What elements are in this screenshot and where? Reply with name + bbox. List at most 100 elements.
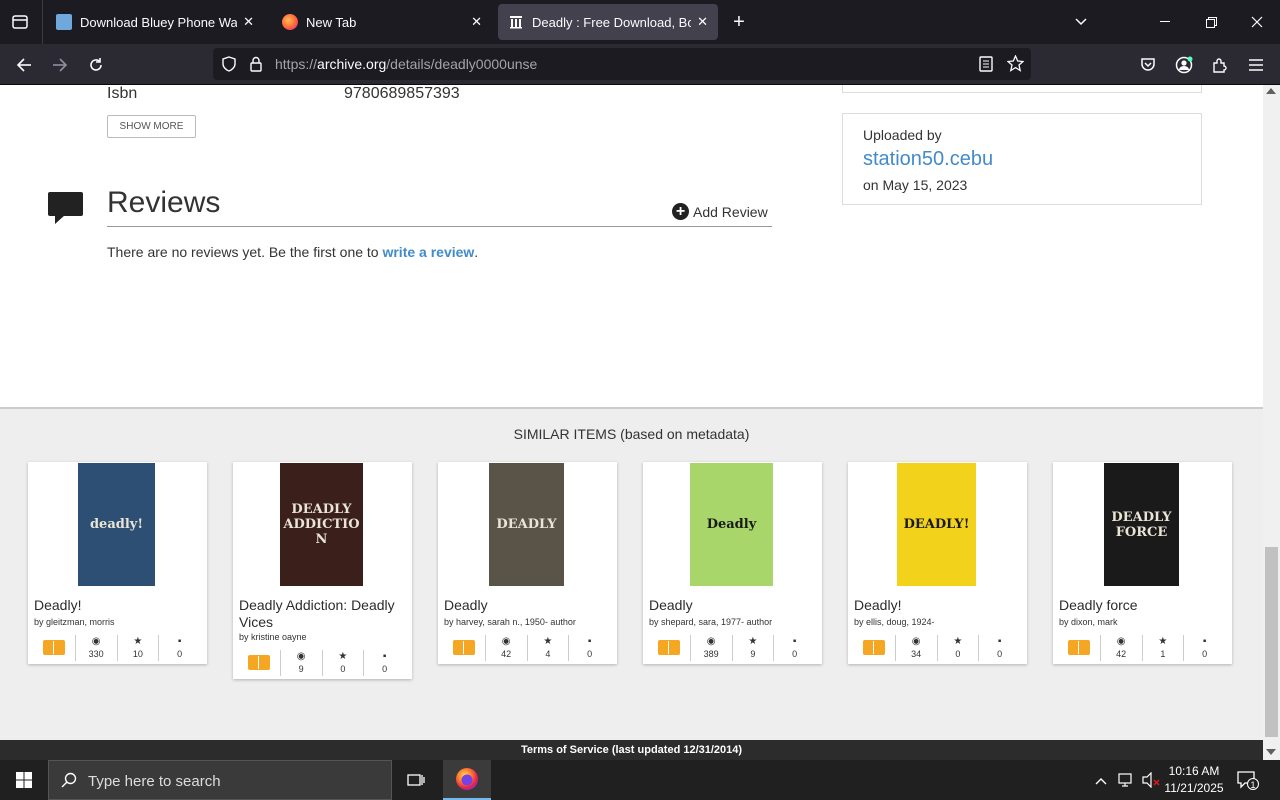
similar-item-card[interactable]: DEADLY Deadly by harvey, sarah n., 1950- a…	[438, 462, 617, 664]
close-tab-icon[interactable]: ✕	[243, 14, 254, 30]
eye-icon: ◉	[91, 636, 101, 647]
reader-view-icon[interactable]	[979, 56, 993, 77]
similar-item-author: by shepard, sara, 1977- author	[649, 617, 773, 627]
similar-items-heading: SIMILAR ITEMS (based on metadata)	[513, 426, 750, 442]
restore-icon[interactable]	[1188, 0, 1234, 44]
notification-badge: 1	[1247, 778, 1259, 790]
open-book-icon	[658, 640, 681, 655]
comment-icon: ▪	[792, 636, 797, 647]
uploader-link[interactable]: station50.cebu	[863, 148, 993, 171]
stat-favs-value: 9	[750, 649, 756, 659]
account-icon[interactable]	[1166, 44, 1202, 85]
stat-reviews-value: 0	[792, 649, 798, 659]
tab-bluey[interactable]: Download Bluey Phone Wallpap ✕	[46, 4, 264, 40]
close-tab-icon[interactable]: ✕	[697, 14, 708, 30]
taskbar-firefox-icon[interactable]	[443, 760, 491, 800]
hamburger-menu-icon[interactable]	[1238, 44, 1274, 85]
clock[interactable]: 10:16 AM 11/21/2025	[1162, 763, 1226, 797]
similar-item-card[interactable]: DEADLY! Deadly! by ellis, doug, 1924- ◉ 34 ★ 0…	[848, 462, 1027, 664]
back-arrow-icon[interactable]	[6, 44, 42, 85]
url-text[interactable]: https://archive.org/details/deadly0000un…	[275, 56, 537, 72]
stat-views: ◉ 42	[484, 635, 527, 661]
firefox-favicon-icon	[282, 14, 298, 30]
scroll-up-arrow-icon[interactable]	[1266, 88, 1276, 94]
similar-item-card[interactable]: DEADLY FORCE Deadly force by dixon, mark ◉ 4…	[1053, 462, 1232, 664]
close-window-icon[interactable]	[1234, 0, 1280, 44]
tab-title: Download Bluey Phone Wallpap	[80, 14, 238, 30]
similar-item-cover-image[interactable]: deadly!	[78, 463, 155, 586]
show-hidden-icons-chevron-icon[interactable]	[1095, 772, 1107, 788]
similar-item-card[interactable]: DEADLY ADDICTION Deadly Addiction: Deadly…	[233, 462, 412, 679]
tab-list-icon[interactable]	[2, 2, 38, 42]
stat-views-value: 42	[1116, 649, 1127, 659]
taskbar-search-box[interactable]: Type here to search	[48, 760, 392, 800]
stat-reviews: ▪ 0	[773, 635, 815, 661]
add-review-label: Add Review	[693, 203, 768, 220]
stat-favs: ★ 0	[936, 635, 979, 661]
scroll-down-arrow-icon[interactable]	[1266, 749, 1276, 755]
stat-views: ◉ 42	[1099, 635, 1142, 661]
lock-icon[interactable]	[249, 56, 263, 77]
bookmark-star-icon[interactable]	[1006, 54, 1025, 77]
similar-item-card[interactable]: Deadly Deadly by shepard, sara, 1977- auth…	[643, 462, 822, 664]
network-icon[interactable]	[1118, 772, 1136, 793]
close-tab-icon[interactable]: ✕	[471, 14, 482, 30]
write-review-link[interactable]: write a review	[382, 244, 474, 260]
address-bar[interactable]: https://archive.org/details/deadly0000un…	[213, 48, 1031, 80]
notification-center-icon[interactable]: 1	[1236, 770, 1259, 795]
comment-icon: ▪	[177, 636, 182, 647]
cover-art-text: deadly!	[89, 517, 144, 532]
tab-new-tab[interactable]: New Tab ✕	[272, 4, 492, 40]
pocket-icon[interactable]	[1130, 44, 1166, 85]
stat-reviews-value: 0	[1202, 649, 1208, 659]
reload-icon[interactable]	[78, 44, 114, 85]
comment-icon: ▪	[1202, 636, 1207, 647]
stat-views: ◉ 9	[279, 650, 322, 676]
star-icon: ★	[543, 636, 553, 647]
similar-item-stats: ◉ 42 ★ 1 ▪ 0	[1059, 635, 1225, 661]
stat-mediatype	[444, 635, 485, 661]
scrollbar-thumb[interactable]	[1265, 547, 1278, 737]
windows-start-icon[interactable]	[0, 760, 48, 800]
similar-item-title[interactable]: Deadly Addiction: Deadly Vices	[239, 597, 407, 631]
period: .	[474, 244, 479, 260]
archive-favicon-icon	[508, 14, 524, 30]
stat-views: ◉ 389	[689, 635, 732, 661]
similar-item-cover-image[interactable]: DEADLY ADDICTION	[280, 463, 363, 586]
new-tab-plus-icon[interactable]: +	[717, 0, 761, 44]
terms-of-service-link[interactable]: Terms of Service (last updated 12/31/201…	[0, 740, 1263, 760]
eye-icon: ◉	[501, 636, 511, 647]
page-scrollbar[interactable]	[1263, 85, 1280, 760]
stat-mediatype	[34, 635, 75, 661]
star-icon: ★	[133, 636, 143, 647]
tab-divider	[42, 0, 43, 44]
tab-deadly[interactable]: Deadly : Free Download, Borrow ✕	[498, 4, 718, 40]
tracking-shield-icon[interactable]	[221, 56, 237, 77]
similar-item-author: by harvey, sarah n., 1950- author	[444, 617, 576, 627]
minimize-icon[interactable]	[1142, 0, 1188, 44]
similar-item-title[interactable]: Deadly force	[1059, 597, 1227, 614]
task-view-icon[interactable]	[400, 760, 432, 800]
volume-muted-icon[interactable]	[1142, 771, 1160, 793]
list-all-tabs-chevron-icon[interactable]	[1058, 0, 1104, 44]
show-more-button[interactable]: SHOW MORE	[107, 115, 196, 138]
open-book-icon	[1068, 640, 1091, 655]
add-review-button[interactable]: + Add Review	[672, 203, 768, 220]
stat-favs-value: 1	[1160, 649, 1166, 659]
extensions-puzzle-icon[interactable]	[1202, 44, 1238, 85]
similar-item-title[interactable]: Deadly!	[854, 597, 1022, 614]
eye-icon: ◉	[911, 636, 921, 647]
similar-item-cover-image[interactable]: DEADLY FORCE	[1104, 463, 1179, 586]
no-reviews-text: There are no reviews yet. Be the first o…	[107, 244, 478, 260]
stat-favs-value: 0	[955, 649, 961, 659]
similar-item-title[interactable]: Deadly	[649, 597, 817, 614]
similar-item-cover-image[interactable]: DEADLY!	[897, 463, 976, 586]
similar-item-title[interactable]: Deadly	[444, 597, 612, 614]
forward-arrow-icon[interactable]	[42, 44, 78, 85]
search-placeholder: Type here to search	[88, 773, 221, 790]
similar-item-card[interactable]: deadly! Deadly! by gleitzman, morris ◉ 330 ★ 1…	[28, 462, 207, 664]
similar-item-cover-image[interactable]: DEADLY	[489, 463, 564, 586]
similar-item-title[interactable]: Deadly!	[34, 597, 202, 614]
comment-icon: ▪	[382, 651, 387, 662]
similar-item-cover-image[interactable]: Deadly	[690, 463, 773, 586]
